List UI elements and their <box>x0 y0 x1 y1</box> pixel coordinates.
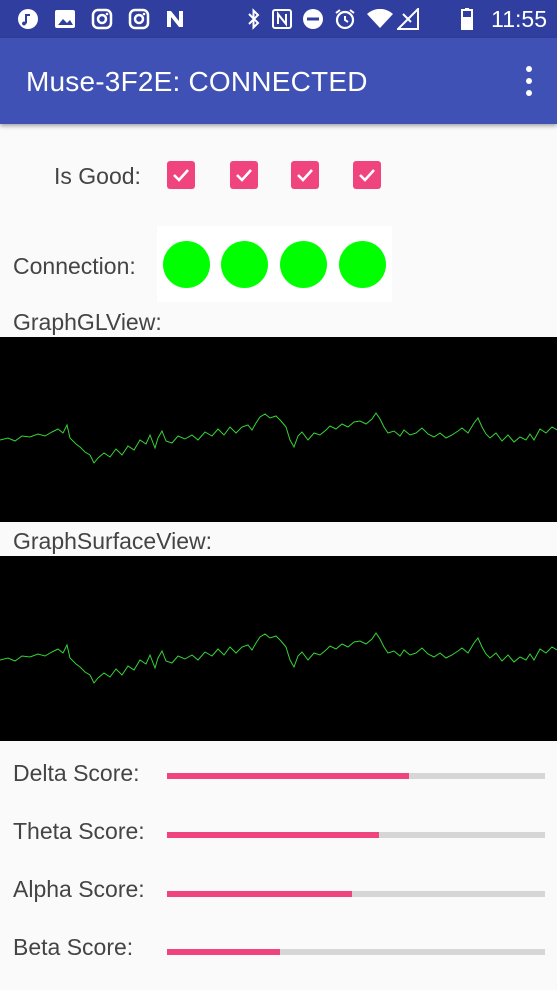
is-good-checkbox-1[interactable] <box>167 161 195 189</box>
score-fill-alpha <box>167 891 353 897</box>
checkmark-icon <box>173 169 189 182</box>
score-bar-alpha <box>167 891 545 897</box>
bluetooth-icon <box>245 8 263 30</box>
graph-surface-label: GraphSurfaceView: <box>13 528 213 554</box>
wifi-icon <box>366 8 394 30</box>
graph-surface-view <box>0 556 557 741</box>
is-good-checkbox-3[interactable] <box>291 161 319 189</box>
alarm-icon <box>333 8 357 30</box>
nfc-n-icon <box>164 8 188 30</box>
score-fill-delta <box>167 773 409 779</box>
image-icon <box>53 8 77 30</box>
connection-indicators <box>157 226 392 302</box>
cellular-no-signal-icon <box>396 8 420 30</box>
connection-label: Connection: <box>13 253 136 279</box>
score-fill-beta <box>167 949 281 955</box>
score-label-beta: Beta Score: <box>13 934 134 960</box>
checkmark-icon <box>236 169 252 182</box>
connection-dot-4 <box>339 241 386 288</box>
score-bar-theta <box>167 832 545 838</box>
status-time: 11:55 <box>491 6 547 32</box>
checkmark-icon <box>297 169 313 182</box>
is-good-label: Is Good: <box>54 163 141 189</box>
instagram-icon <box>127 8 151 30</box>
graph-gl-label: GraphGLView: <box>13 309 162 335</box>
battery-icon <box>460 8 474 30</box>
score-bar-beta <box>167 949 545 955</box>
checkmark-icon <box>359 169 375 182</box>
app-title: Muse-3F2E: CONNECTED <box>26 66 368 97</box>
music-note-icon <box>16 8 40 30</box>
connection-dot-1 <box>163 241 210 288</box>
score-label-alpha: Alpha Score: <box>13 876 145 902</box>
is-good-checkbox-4[interactable] <box>353 161 381 189</box>
status-bar: 11:55 <box>0 0 557 38</box>
graph-gl-waveform <box>0 412 557 464</box>
do-not-disturb-icon <box>301 8 325 30</box>
instagram-icon <box>90 8 114 30</box>
score-fill-theta <box>167 832 379 838</box>
is-good-checkbox-2[interactable] <box>230 161 258 189</box>
graph-surface-waveform <box>0 632 557 684</box>
graph-gl-view <box>0 337 557 522</box>
connection-dot-2 <box>221 241 268 288</box>
nfc-icon <box>270 8 294 30</box>
score-label-delta: Delta Score: <box>13 760 140 786</box>
score-bar-delta <box>167 773 545 779</box>
score-label-theta: Theta Score: <box>13 818 145 844</box>
connection-dot-3 <box>280 241 327 288</box>
app-bar: Muse-3F2E: CONNECTED <box>0 38 557 124</box>
overflow-menu-icon[interactable] <box>523 66 535 96</box>
